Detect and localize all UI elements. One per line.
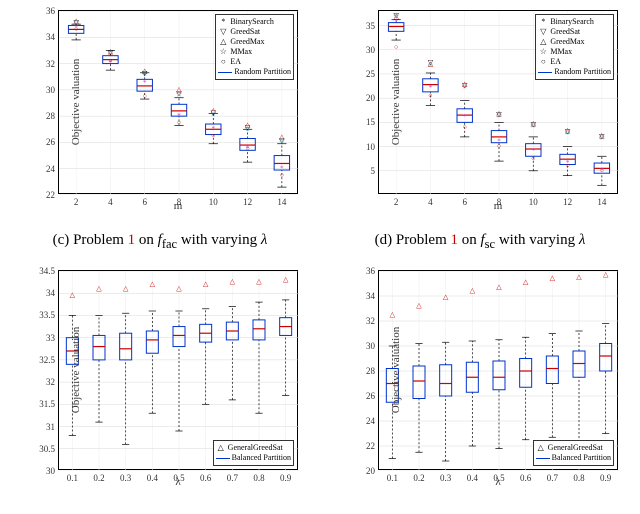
svg-text:*: * xyxy=(143,79,147,87)
svg-text:☆: ☆ xyxy=(142,70,148,78)
svg-text:○: ○ xyxy=(74,25,78,33)
legend-item: Balanced Partition xyxy=(536,453,611,463)
legend-item: *BinarySearch xyxy=(218,17,291,27)
caption-c: (c) Problem 1 on ffac with varying λ xyxy=(10,232,310,252)
x-axis-label: λ xyxy=(58,476,298,488)
legend-item: Random Partition xyxy=(538,67,611,77)
svg-text:☆: ☆ xyxy=(599,133,605,141)
svg-text:○: ○ xyxy=(394,43,398,51)
svg-text:○: ○ xyxy=(245,145,249,153)
svg-text:☆: ☆ xyxy=(427,61,433,69)
x-axis-label: m xyxy=(378,200,618,212)
svg-text:△: △ xyxy=(150,280,156,288)
svg-text:○: ○ xyxy=(143,92,147,100)
plot-area: △ △ △ △ △ △ △ △ △ Objective valuation △GeneralGr… xyxy=(58,270,298,470)
svg-text:☆: ☆ xyxy=(279,138,285,146)
panel-bottom-left: △ △ △ △ △ △ △ △ △ Objective valuation △GeneralGr… xyxy=(10,260,310,500)
svg-text:☆: ☆ xyxy=(176,91,182,99)
y-axis-label: Objective valuation xyxy=(390,59,402,145)
svg-text:☆: ☆ xyxy=(462,83,468,91)
y-axis-label: Objective valuation xyxy=(390,327,402,413)
svg-text:△: △ xyxy=(603,271,609,278)
plot-area: *******▽▽▽▽▽▽▽△△△△△△△☆☆☆☆☆☆☆○○○○○○○ Obje… xyxy=(378,10,618,194)
svg-text:○: ○ xyxy=(463,123,467,131)
svg-text:△: △ xyxy=(550,274,556,282)
svg-text:○: ○ xyxy=(177,118,181,126)
legend-item: *BinarySearch xyxy=(538,17,611,27)
legend-item: △GreedMax xyxy=(538,37,611,47)
svg-text:○: ○ xyxy=(565,162,569,170)
legend-item: Random Partition xyxy=(218,67,291,77)
svg-text:○: ○ xyxy=(108,57,112,65)
svg-text:△: △ xyxy=(123,284,129,292)
legend-item: △GeneralGreedSat xyxy=(216,443,291,453)
svg-text:△: △ xyxy=(443,293,449,301)
svg-text:△: △ xyxy=(203,280,209,288)
svg-text:○: ○ xyxy=(211,131,215,139)
legend-item: △GeneralGreedSat xyxy=(536,443,611,453)
svg-text:☆: ☆ xyxy=(530,121,536,129)
svg-text:○: ○ xyxy=(531,154,535,162)
svg-text:△: △ xyxy=(176,284,182,292)
legend: △GeneralGreedSat Balanced Partition xyxy=(533,440,614,466)
svg-text:☆: ☆ xyxy=(393,12,399,20)
legend: *BinarySearch ▽GreedSat △GreedMax ☆MMax … xyxy=(215,14,294,80)
svg-text:△: △ xyxy=(470,287,476,295)
panel-top-left: *******▽▽▽▽▽▽▽△△△△△△△☆☆☆☆☆☆☆○○○○○○○ Obje… xyxy=(10,0,310,220)
panel-top-right: *******▽▽▽▽▽▽▽△△△△△△△☆☆☆☆☆☆☆○○○○○○○ Obje… xyxy=(330,0,630,220)
svg-text:△: △ xyxy=(390,310,396,318)
panel-bottom-right: △ △ △ △ △ △ △ △ △ Objective valuation △GeneralGr… xyxy=(330,260,630,500)
svg-text:○: ○ xyxy=(600,166,604,174)
y-axis-label: Objective valuation xyxy=(70,59,82,145)
legend-item: ☆MMax xyxy=(538,47,611,57)
svg-text:△: △ xyxy=(70,291,76,299)
legend-item: △GreedMax xyxy=(218,37,291,47)
plot-area: *******▽▽▽▽▽▽▽△△△△△△△☆☆☆☆☆☆☆○○○○○○○ Obje… xyxy=(58,10,298,194)
legend-item: ▽GreedSat xyxy=(538,27,611,37)
svg-text:☆: ☆ xyxy=(210,110,216,118)
legend-item: ▽GreedSat xyxy=(218,27,291,37)
svg-text:○: ○ xyxy=(280,171,284,179)
legend-item: ○EA xyxy=(538,57,611,67)
svg-text:☆: ☆ xyxy=(564,129,570,137)
x-axis-label: m xyxy=(58,200,298,212)
legend-item: ☆MMax xyxy=(218,47,291,57)
x-axis-label: λ xyxy=(378,476,618,488)
svg-text:△: △ xyxy=(96,284,102,292)
legend: *BinarySearch ▽GreedSat △GreedMax ☆MMax … xyxy=(535,14,614,80)
svg-text:○: ○ xyxy=(428,91,432,99)
svg-text:*: * xyxy=(463,113,467,121)
plot-area: △ △ △ △ △ △ △ △ △ Objective valuation △GeneralGr… xyxy=(378,270,618,470)
y-axis-label: Objective valuation xyxy=(70,327,82,413)
svg-text:☆: ☆ xyxy=(107,49,113,57)
svg-text:☆: ☆ xyxy=(244,125,250,133)
svg-text:△: △ xyxy=(283,275,289,283)
svg-text:△: △ xyxy=(416,302,422,310)
svg-text:○: ○ xyxy=(497,142,501,150)
legend-item: ○EA xyxy=(218,57,291,67)
svg-text:△: △ xyxy=(576,273,582,281)
svg-text:△: △ xyxy=(256,278,262,286)
svg-text:△: △ xyxy=(230,278,236,286)
svg-text:△: △ xyxy=(523,278,529,286)
legend-item: Balanced Partition xyxy=(216,453,291,463)
caption-d: (d) Problem 1 on fsc with varying λ xyxy=(330,232,630,252)
svg-text:☆: ☆ xyxy=(496,112,502,120)
svg-text:△: △ xyxy=(496,283,502,291)
legend: △GeneralGreedSat Balanced Partition xyxy=(213,440,294,466)
